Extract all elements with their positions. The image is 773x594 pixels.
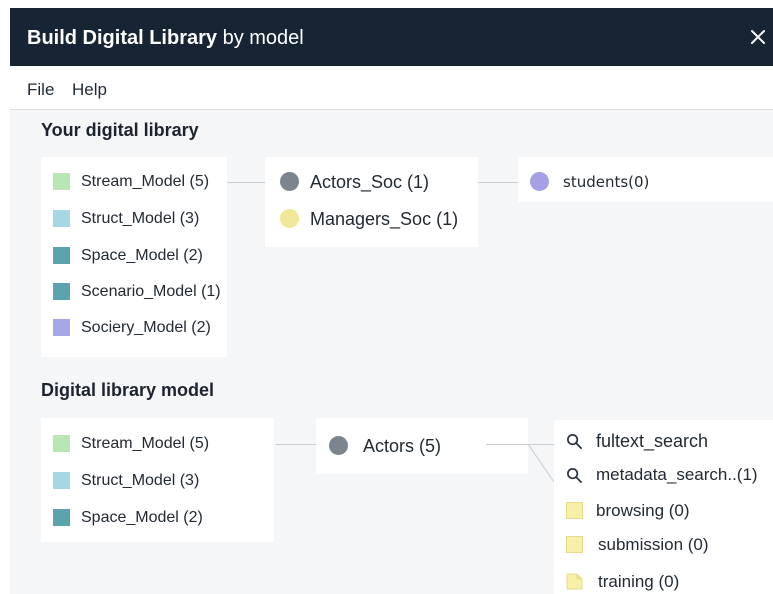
service-item-label: fultext_search	[596, 431, 709, 451]
model-item-label: Sociery_Model (2)	[81, 319, 211, 336]
search-icon	[567, 468, 582, 483]
actors-dot	[329, 436, 348, 455]
actors-soc-dot	[280, 172, 299, 191]
service-item-label: browsing (0)	[596, 501, 690, 520]
service-item-label: training (0)	[598, 572, 680, 591]
your-library-heading: Your digital library	[41, 120, 199, 140]
menu-file[interactable]: File	[27, 80, 54, 100]
managers-soc-dot	[280, 209, 299, 228]
service-item-label: submission (0)	[598, 535, 709, 554]
menu-help[interactable]: Help	[72, 80, 107, 100]
struct-model-swatch	[53, 472, 70, 489]
connector-line	[478, 182, 518, 183]
students-dot	[530, 172, 549, 191]
model-item-label: Stream_Model (5)	[81, 173, 210, 190]
connector-line	[227, 182, 265, 183]
window-title-main: Build Digital Library	[27, 27, 218, 49]
library-model-heading: Digital library model	[41, 380, 215, 400]
connector-line	[276, 444, 316, 445]
document-icon	[566, 573, 583, 590]
model-item-label: Space_Model (2)	[81, 247, 203, 264]
services-panel: fultext_search metadata_search..(1) brow…	[554, 420, 773, 594]
model-item-label: Space_Model (2)	[81, 509, 203, 526]
your-models-panel: Stream_Model (5) Struct_Model (3) Space_…	[41, 157, 227, 357]
model-item-label: Scenario_Model (1)	[81, 283, 221, 300]
model-item-label: Struct_Model (3)	[81, 210, 200, 227]
close-icon[interactable]	[749, 28, 767, 46]
struct-model-swatch	[53, 210, 70, 227]
model-item-label: Struct_Model (3)	[81, 472, 200, 489]
menu-bar: File Help	[10, 66, 773, 110]
actors-node-label: Actors (5)	[363, 436, 442, 456]
folder-icon	[566, 536, 583, 553]
actor-item-label: students(0)	[563, 173, 650, 191]
stream-model-swatch	[53, 173, 70, 190]
societies-panel: Actors_Soc (1) Managers_Soc (1)	[265, 157, 478, 247]
actors-panel: students(0)	[518, 157, 773, 202]
space-model-swatch	[53, 247, 70, 264]
app-window: Build Digital Library by model File Help…	[10, 8, 773, 594]
space-model-swatch	[53, 509, 70, 526]
window-title-suffix: by model	[222, 27, 304, 49]
title-bar: Build Digital Library by model	[10, 8, 773, 66]
actors-node-panel: Actors (5)	[316, 418, 528, 474]
model-item-label: Stream_Model (5)	[81, 435, 210, 452]
scenario-model-swatch	[53, 283, 70, 300]
society-model-swatch	[53, 319, 70, 336]
service-item-label: metadata_search..(1)	[596, 465, 758, 484]
folder-icon	[566, 502, 583, 519]
window-title: Build Digital Library by model	[27, 27, 304, 50]
society-item-label: Managers_Soc (1)	[310, 209, 459, 229]
model-panel: Stream_Model (5) Struct_Model (3) Space_…	[41, 418, 274, 542]
stream-model-swatch	[53, 435, 70, 452]
connector-branch	[528, 444, 555, 483]
society-item-label: Actors_Soc (1)	[310, 172, 430, 192]
search-icon	[567, 434, 582, 449]
